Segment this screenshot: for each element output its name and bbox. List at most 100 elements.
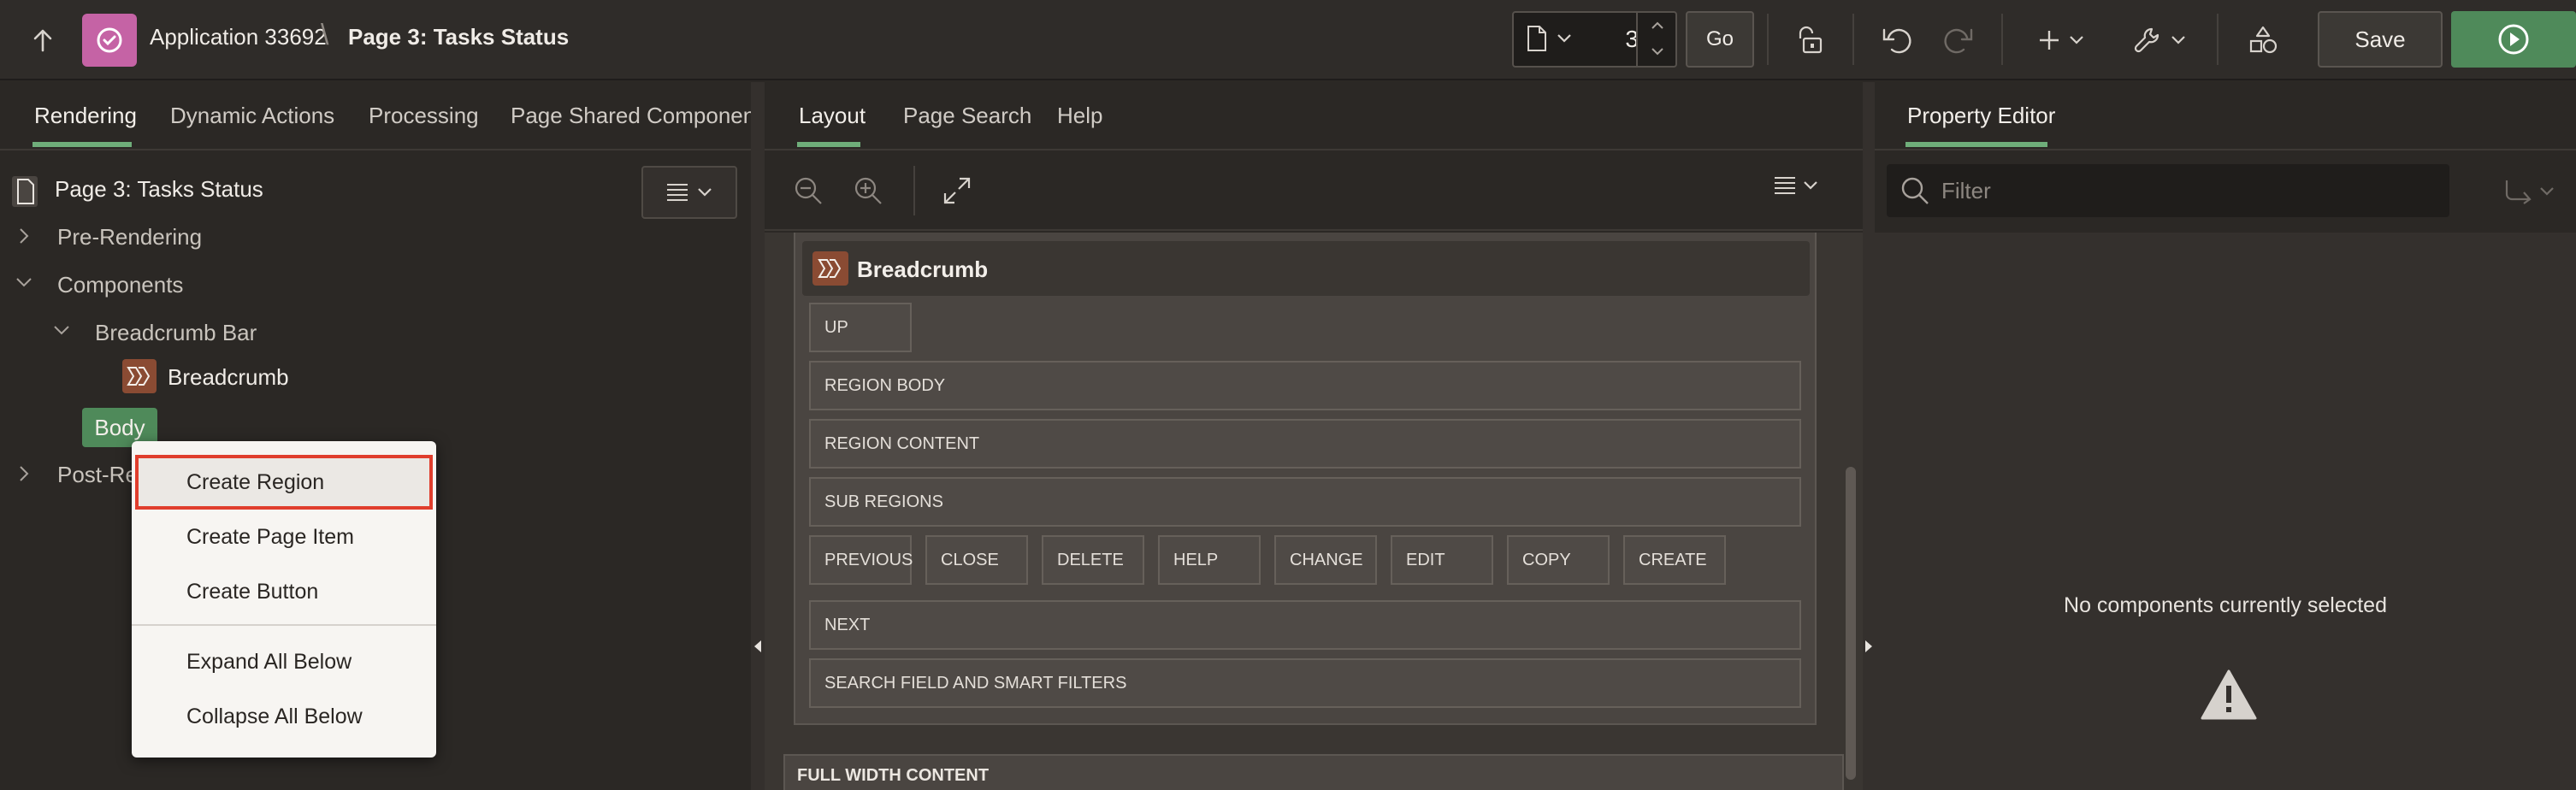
chevron-down-icon bbox=[1804, 181, 1817, 190]
warning-icon bbox=[2201, 669, 2257, 720]
shared-components-icon[interactable] bbox=[2237, 17, 2289, 63]
app-icon[interactable] bbox=[82, 14, 137, 67]
page-selector[interactable]: 3 bbox=[1512, 11, 1677, 68]
tab-page-search[interactable]: Page Search bbox=[903, 103, 1031, 129]
tree-node-pre-rendering[interactable]: Pre-Rendering bbox=[57, 224, 202, 251]
tab-page-shared-components[interactable]: Page Shared Components bbox=[511, 103, 772, 129]
breadcrumb-separator: \ bbox=[321, 19, 329, 51]
left-splitter[interactable] bbox=[751, 82, 765, 790]
collapse-left-icon[interactable] bbox=[753, 640, 762, 653]
layout-toolbar bbox=[765, 150, 1863, 231]
menu-item-create-button[interactable]: Create Button bbox=[132, 564, 436, 619]
slot-region-content[interactable]: REGION CONTENT bbox=[809, 419, 1801, 469]
region-header[interactable]: Breadcrumb bbox=[802, 241, 1810, 296]
zoom-out-icon[interactable] bbox=[794, 176, 823, 205]
tree-node-page[interactable]: Page 3: Tasks Status bbox=[55, 176, 263, 203]
page-icon bbox=[1527, 26, 1546, 51]
tree-node-breadcrumb[interactable]: Breadcrumb bbox=[168, 364, 289, 391]
page-title: Page 3: Tasks Status bbox=[348, 24, 570, 50]
menu-item-create-page-item[interactable]: Create Page Item bbox=[132, 510, 436, 564]
lock-icon[interactable] bbox=[1786, 17, 1834, 63]
tree-node-components[interactable]: Components bbox=[57, 272, 183, 298]
full-width-content-region[interactable]: FULL WIDTH CONTENT bbox=[783, 754, 1844, 790]
chevron-down-icon[interactable] bbox=[15, 277, 32, 287]
redo-icon[interactable] bbox=[1935, 17, 1982, 63]
tab-help[interactable]: Help bbox=[1057, 103, 1102, 129]
plus-icon bbox=[2040, 31, 2059, 50]
tab-processing[interactable]: Processing bbox=[369, 103, 479, 129]
collapse-right-icon[interactable] bbox=[1864, 640, 1873, 653]
slot-create[interactable]: CREATE bbox=[1623, 535, 1726, 585]
save-button[interactable]: Save bbox=[2318, 11, 2443, 68]
menu-item-expand-all-below[interactable]: Expand All Below bbox=[132, 634, 436, 689]
active-tab-indicator bbox=[32, 142, 132, 147]
chevron-down-icon[interactable] bbox=[53, 325, 70, 335]
top-toolbar: Application 33692 \ Page 3: Tasks Status… bbox=[0, 0, 2576, 80]
go-button[interactable]: Go bbox=[1686, 11, 1754, 68]
right-tab-bar: Property Editor bbox=[1875, 82, 2576, 150]
slot-search-field[interactable]: SEARCH FIELD AND SMART FILTERS bbox=[809, 658, 1801, 708]
slot-region-body[interactable]: REGION BODY bbox=[809, 361, 1801, 410]
chevron-down-icon bbox=[1557, 34, 1571, 43]
chevron-right-icon[interactable] bbox=[19, 227, 29, 245]
go-to-icon bbox=[2505, 180, 2532, 204]
slot-previous[interactable]: PREVIOUS bbox=[809, 535, 913, 585]
tab-dynamic-actions[interactable]: Dynamic Actions bbox=[170, 103, 334, 129]
tab-layout[interactable]: Layout bbox=[799, 103, 866, 129]
slot-edit[interactable]: EDIT bbox=[1391, 535, 1493, 585]
toolbar-divider bbox=[2001, 14, 2003, 65]
filter-field[interactable] bbox=[1887, 164, 2449, 217]
chevron-down-icon bbox=[2070, 36, 2083, 44]
chevron-right-icon[interactable] bbox=[19, 465, 29, 482]
right-splitter[interactable] bbox=[1861, 82, 1875, 790]
layout-scrollbar[interactable] bbox=[1842, 233, 1861, 790]
slot-copy[interactable]: COPY bbox=[1507, 535, 1610, 585]
undo-icon[interactable] bbox=[1873, 17, 1921, 63]
scrollbar-thumb[interactable] bbox=[1846, 467, 1856, 780]
slot-change[interactable]: CHANGE bbox=[1274, 535, 1377, 585]
page-finder-button[interactable] bbox=[1526, 25, 1572, 52]
menu-item-collapse-all-below[interactable]: Collapse All Below bbox=[132, 689, 436, 744]
menu-separator bbox=[132, 624, 436, 626]
chevron-down-icon[interactable] bbox=[1651, 47, 1664, 56]
breadcrumb-region-icon bbox=[122, 359, 157, 393]
zoom-in-icon[interactable] bbox=[854, 176, 883, 205]
run-page-button[interactable] bbox=[2451, 11, 2576, 68]
arrow-up-icon[interactable] bbox=[19, 19, 67, 62]
app-title[interactable]: Application 33692 bbox=[150, 24, 327, 50]
layout-menu-button[interactable] bbox=[1774, 176, 1818, 195]
tree-node-post-rendering[interactable]: Post-Re bbox=[57, 462, 138, 488]
slot-delete[interactable]: DELETE bbox=[1042, 535, 1144, 585]
toolbar-divider bbox=[913, 166, 915, 215]
active-tab-indicator bbox=[797, 142, 860, 147]
filter-input[interactable] bbox=[1941, 164, 2437, 217]
tab-property-editor[interactable]: Property Editor bbox=[1907, 103, 2055, 129]
tab-rendering[interactable]: Rendering bbox=[34, 103, 137, 129]
slot-next[interactable]: NEXT bbox=[809, 600, 1801, 650]
create-menu-button[interactable] bbox=[2027, 17, 2095, 63]
tree-menu-button[interactable] bbox=[641, 166, 737, 219]
go-to-group-button[interactable] bbox=[2490, 169, 2567, 214]
breadcrumb-region-icon bbox=[812, 251, 848, 286]
layout-canvas: Breadcrumb UP REGION BODY REGION CONTENT… bbox=[765, 233, 1863, 790]
region-title: Breadcrumb bbox=[857, 256, 989, 282]
slot-help[interactable]: HELP bbox=[1158, 535, 1261, 585]
utilities-menu-button[interactable] bbox=[2123, 17, 2196, 63]
active-tab-indicator bbox=[1905, 142, 2047, 147]
property-editor-panel: Property Editor No components currently … bbox=[1875, 82, 2576, 790]
chevron-down-icon bbox=[698, 188, 712, 197]
expand-icon[interactable] bbox=[942, 176, 972, 205]
empty-state-message: No components currently selected bbox=[2064, 593, 2387, 617]
slot-close[interactable]: CLOSE bbox=[925, 535, 1028, 585]
middle-tab-bar: Layout Page Search Help bbox=[765, 82, 1863, 150]
toolbar-divider bbox=[1767, 14, 1769, 65]
tree-node-breadcrumb-bar[interactable]: Breadcrumb Bar bbox=[95, 320, 257, 346]
menu-item-create-region[interactable]: Create Region bbox=[132, 455, 436, 510]
slot-sub-regions[interactable]: SUB REGIONS bbox=[809, 477, 1801, 527]
context-menu: Create Region Create Page Item Create Bu… bbox=[132, 441, 436, 758]
chevron-down-icon bbox=[2171, 36, 2185, 44]
left-tab-bar: Rendering Dynamic Actions Processing Pag… bbox=[0, 82, 772, 150]
slot-up[interactable]: UP bbox=[809, 303, 912, 352]
chevron-up-icon[interactable] bbox=[1651, 21, 1664, 30]
page-number-stepper[interactable] bbox=[1636, 13, 1675, 66]
